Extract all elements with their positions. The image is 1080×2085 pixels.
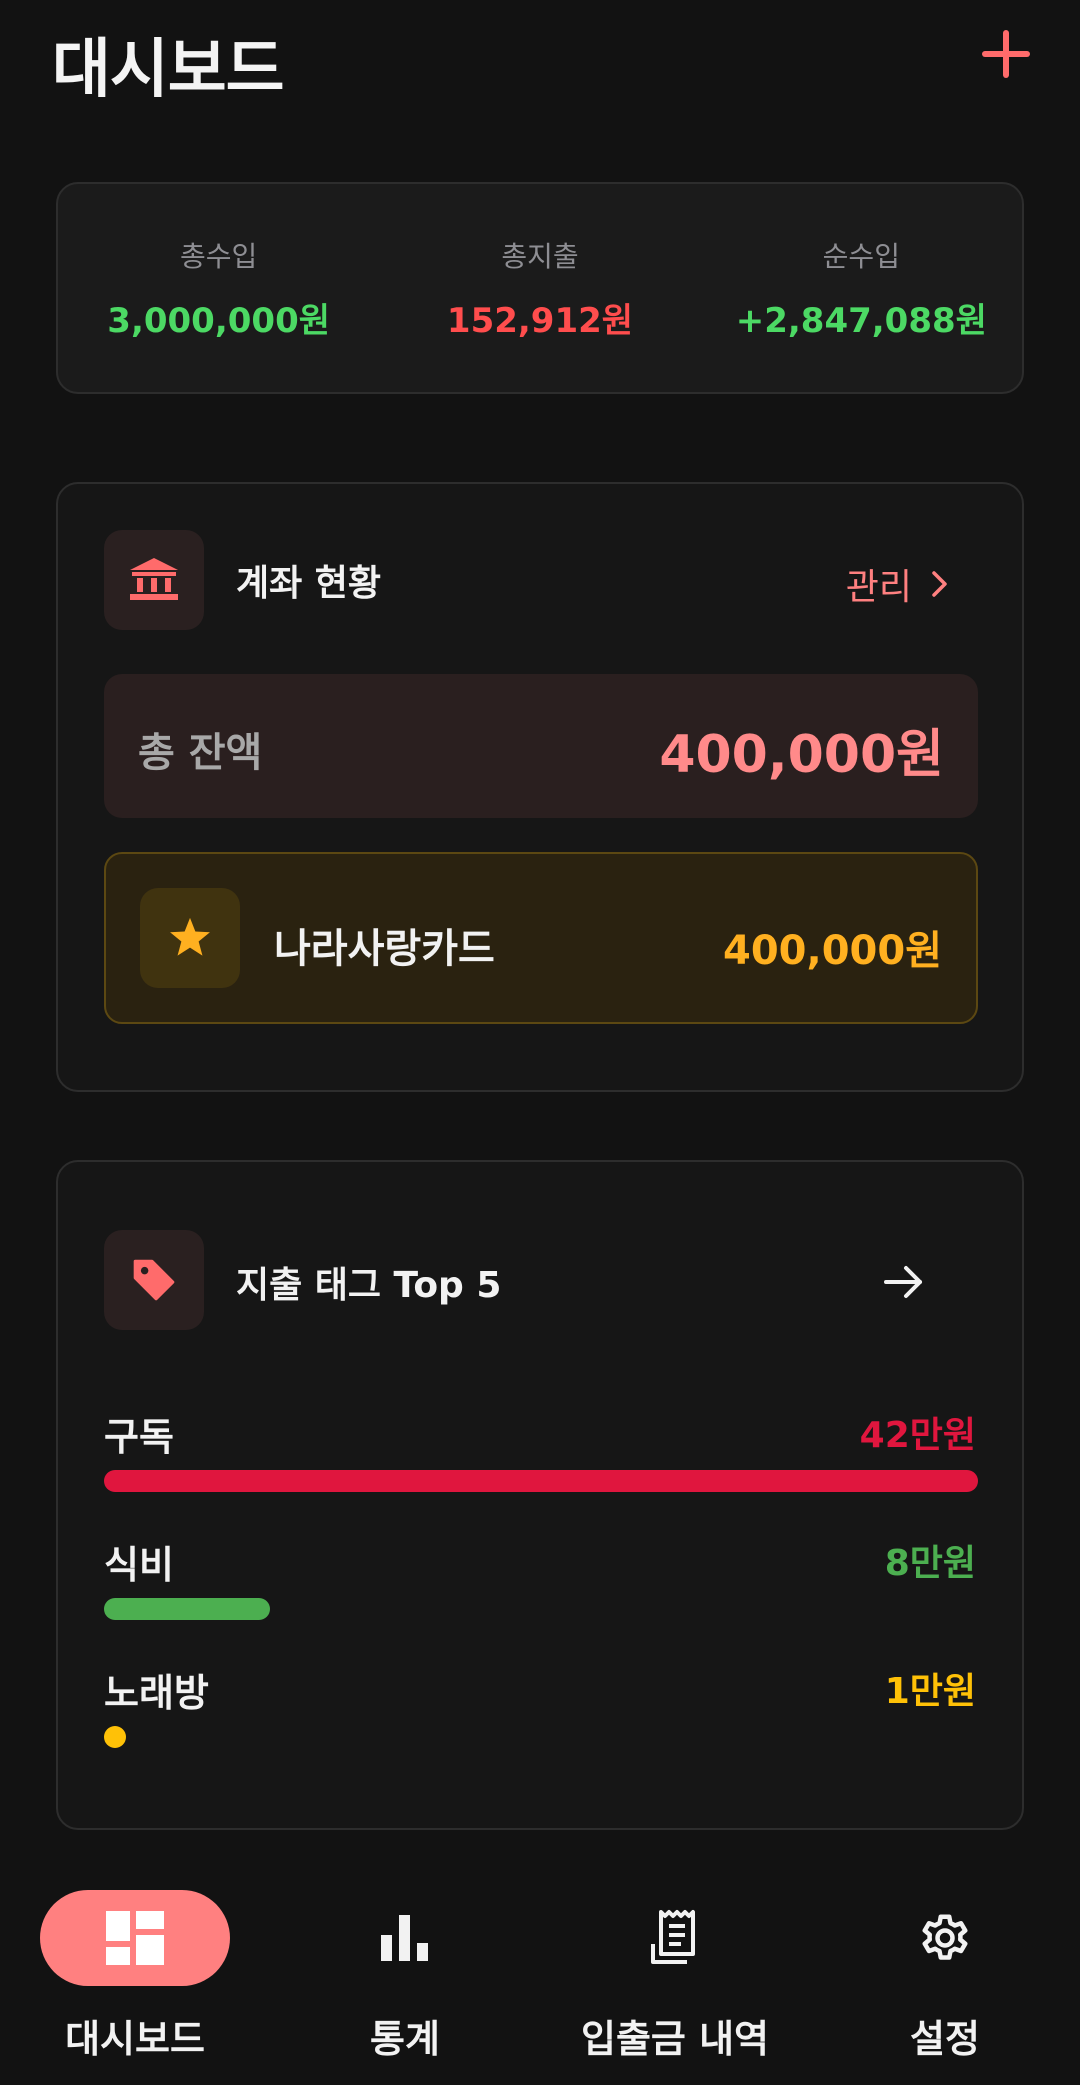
expense-summary: 총지출 152,912원 <box>379 184 700 392</box>
bottom-nav: 대시보드 통계 입출금 내역 설정 <box>0 1870 1080 2085</box>
account-name: 나라사랑카드 <box>274 926 495 972</box>
total-balance-label: 총 잔액 <box>138 730 263 776</box>
net-label: 순수입 <box>822 239 900 273</box>
bank-icon <box>104 530 204 630</box>
nav-item-stats[interactable]: 통계 <box>270 1870 540 2085</box>
chevron-right-icon <box>932 571 947 597</box>
nav-item-settings[interactable]: 설정 <box>810 1870 1080 2085</box>
bar-chart-icon <box>270 1890 540 1986</box>
tag-value: 8만원 <box>884 1543 976 1584</box>
dashboard-icon <box>40 1890 230 1986</box>
nav-label-transactions: 입출금 내역 <box>580 2017 770 2061</box>
tag-bar <box>104 1726 126 1748</box>
expense-label: 총지출 <box>501 239 579 273</box>
add-icon[interactable] <box>976 24 1036 84</box>
total-balance-row: 총 잔액 400,000원 <box>104 674 978 818</box>
income-label: 총수입 <box>180 239 258 273</box>
tag-icon <box>104 1230 204 1330</box>
expense-value: 152,912원 <box>446 300 634 341</box>
tag-value: 42만원 <box>859 1415 976 1456</box>
income-value: 3,000,000원 <box>107 300 331 341</box>
accounts-title: 계좌 현황 <box>236 563 382 604</box>
nav-label-dashboard: 대시보드 <box>65 2017 205 2061</box>
account-item[interactable]: 나라사랑카드 400,000원 <box>104 852 978 1024</box>
net-summary: 순수입 +2,847,088원 <box>701 184 1022 392</box>
star-icon <box>140 888 240 988</box>
summary-card: 총수입 3,000,000원 총지출 152,912원 순수입 +2,847,0… <box>56 182 1024 394</box>
tag-label: 노래방 <box>104 1671 209 1715</box>
total-balance-value: 400,000원 <box>659 725 944 785</box>
expense-tags-card: 지출 태그 Top 5 구독 42만원 식비 8만원 노래방 1만원 <box>56 1160 1024 1830</box>
tag-bar <box>104 1598 270 1620</box>
gear-icon <box>810 1890 1080 1986</box>
net-value: +2,847,088원 <box>735 300 987 341</box>
tag-value: 1만원 <box>884 1671 976 1712</box>
account-balance: 400,000원 <box>723 928 942 974</box>
manage-accounts-link[interactable]: 관리 <box>846 558 950 610</box>
tags-title: 지출 태그 Top 5 <box>236 1265 502 1306</box>
arrow-right-icon[interactable] <box>880 1258 928 1306</box>
nav-item-dashboard[interactable]: 대시보드 <box>0 1870 270 2085</box>
nav-item-transactions[interactable]: 입출금 내역 <box>540 1870 810 2085</box>
tag-bar <box>104 1470 978 1492</box>
manage-label: 관리 <box>845 567 912 608</box>
tag-label: 식비 <box>104 1543 174 1587</box>
page-title: 대시보드 <box>52 33 285 107</box>
receipt-icon <box>540 1890 810 1986</box>
tag-label: 구독 <box>104 1415 174 1459</box>
nav-label-settings: 설정 <box>910 2017 980 2061</box>
accounts-card: 계좌 현황 관리 총 잔액 400,000원 나라사랑카드 400,000원 <box>56 482 1024 1092</box>
nav-label-stats: 통계 <box>370 2017 440 2061</box>
income-summary: 총수입 3,000,000원 <box>58 184 379 392</box>
